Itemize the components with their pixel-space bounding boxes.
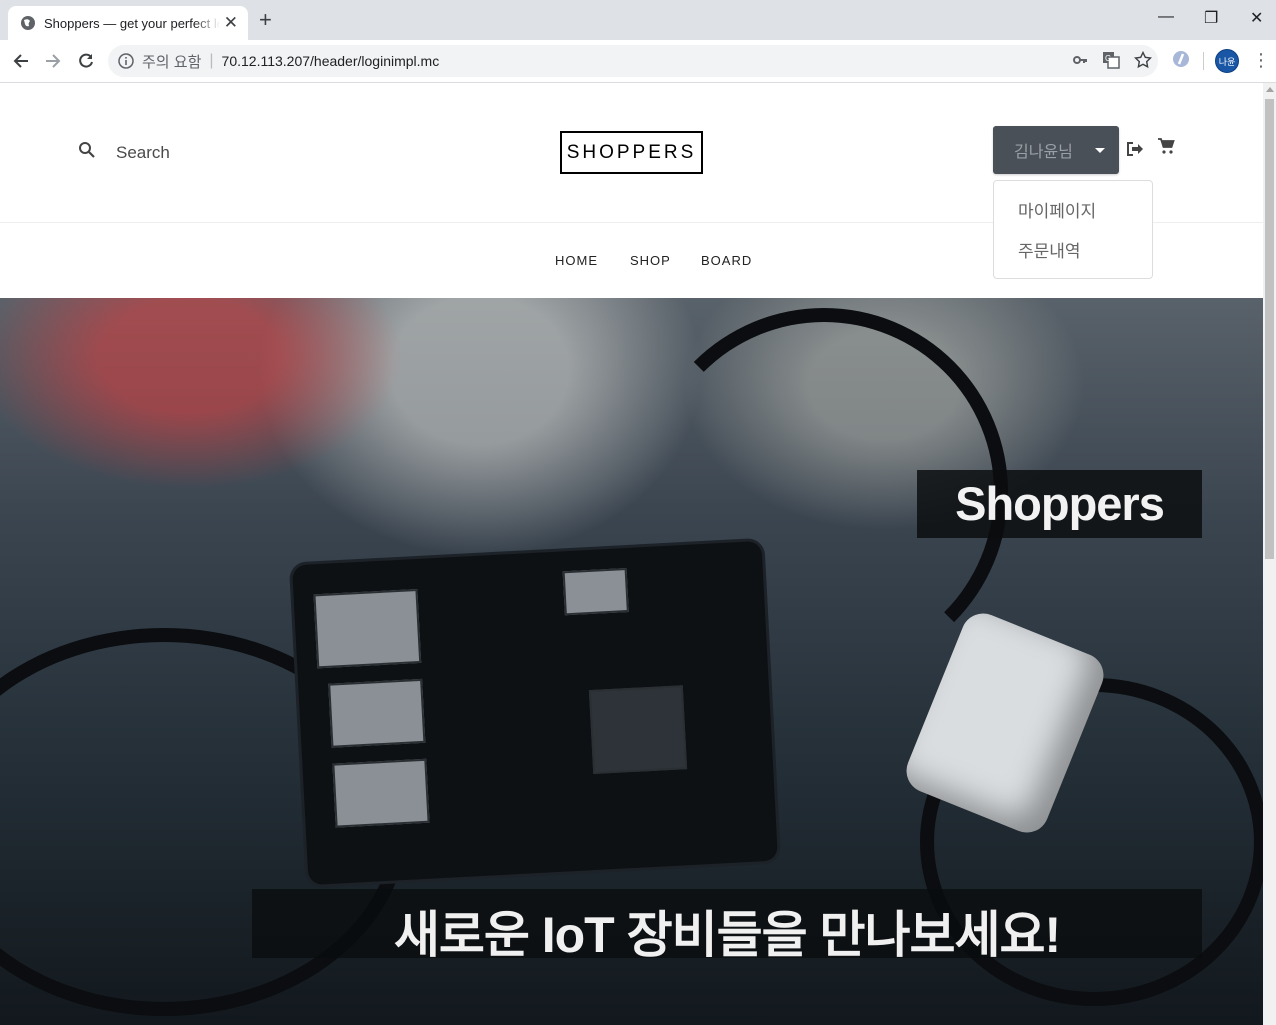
nav-home[interactable]: HOME (555, 253, 598, 268)
hero-subtitle-box: 새로운 IoT 장비들을 만나보세요! (252, 889, 1202, 963)
main-nav: HOME SHOP BOARD (0, 223, 1263, 298)
search-bar[interactable]: Search (78, 141, 170, 164)
hero-title: Shoppers (955, 477, 1165, 530)
reload-icon[interactable] (75, 50, 97, 72)
minimize-window-icon[interactable]: — (1158, 8, 1174, 26)
board-port (332, 758, 430, 828)
nav-shop[interactable]: SHOP (630, 253, 671, 268)
search-input[interactable]: Search (116, 143, 170, 163)
key-icon[interactable] (1072, 52, 1088, 73)
board-port (313, 588, 422, 669)
bookmark-star-icon[interactable] (1133, 50, 1153, 74)
address-bar[interactable]: 주의 요함 | 70.12.113.207/header/loginimpl.m… (108, 45, 1158, 77)
site-header: Search SHOPPERS 김나윤님 마이페이지 주문내역 (0, 83, 1263, 279)
toolbar-divider (1203, 52, 1204, 70)
scroll-up-arrow-icon[interactable] (1266, 87, 1274, 92)
globe-icon (20, 15, 36, 31)
nav-board[interactable]: BOARD (701, 253, 752, 268)
hero-subtitle: 새로운 IoT 장비들을 만나보세요! (393, 907, 1061, 963)
logout-icon[interactable] (1126, 141, 1144, 162)
browser-tab-bar: Shoppers — get your perfect look ✕ + — ❐… (0, 0, 1276, 40)
menu-item-mypage[interactable]: 마이페이지 (1018, 197, 1096, 222)
info-icon[interactable] (118, 53, 134, 69)
separator: | (209, 52, 214, 69)
back-arrow-icon[interactable] (10, 50, 32, 72)
user-name: 김나윤님 (1014, 144, 1073, 161)
browser-tab[interactable]: Shoppers — get your perfect look ✕ (8, 6, 248, 40)
page-content: Search SHOPPERS 김나윤님 마이페이지 주문내역 HOME SHO… (0, 83, 1263, 1025)
board-port (328, 678, 426, 748)
forward-arrow-icon[interactable] (42, 50, 64, 72)
site-logo[interactable]: SHOPPERS (560, 131, 703, 174)
page-scrollbar[interactable] (1263, 83, 1276, 1025)
scrollbar-thumb[interactable] (1265, 99, 1274, 559)
browser-menu-icon[interactable]: ⋮ (1252, 50, 1270, 70)
new-tab-button[interactable]: + (259, 8, 272, 32)
extension-icon[interactable] (1172, 50, 1190, 73)
hero-circuit-board (291, 540, 779, 886)
hero-title-box: Shoppers (917, 470, 1202, 538)
board-port (562, 568, 629, 616)
browser-toolbar: 주의 요함 | 70.12.113.207/header/loginimpl.m… (0, 40, 1276, 83)
shopping-cart-icon[interactable] (1157, 137, 1175, 160)
profile-avatar[interactable]: 나윤 (1215, 49, 1239, 73)
caret-down-icon (1094, 147, 1105, 153)
svg-text:G: G (1105, 54, 1111, 63)
hero-banner: Shoppers 새로운 IoT 장비들을 만나보세요! (0, 298, 1263, 1025)
tab-title: Shoppers — get your perfect look (44, 15, 220, 31)
url-text[interactable]: 70.12.113.207/header/loginimpl.mc (222, 53, 440, 69)
user-menu-button[interactable]: 김나윤님 (993, 126, 1119, 174)
search-icon[interactable] (78, 141, 96, 164)
board-chip (588, 685, 688, 775)
close-window-icon[interactable]: ✕ (1250, 8, 1263, 28)
close-tab-icon[interactable]: ✕ (224, 14, 238, 32)
restore-window-icon[interactable]: ❐ (1204, 8, 1218, 28)
translate-icon[interactable]: G (1102, 51, 1120, 74)
security-warning: 주의 요함 (142, 53, 202, 71)
